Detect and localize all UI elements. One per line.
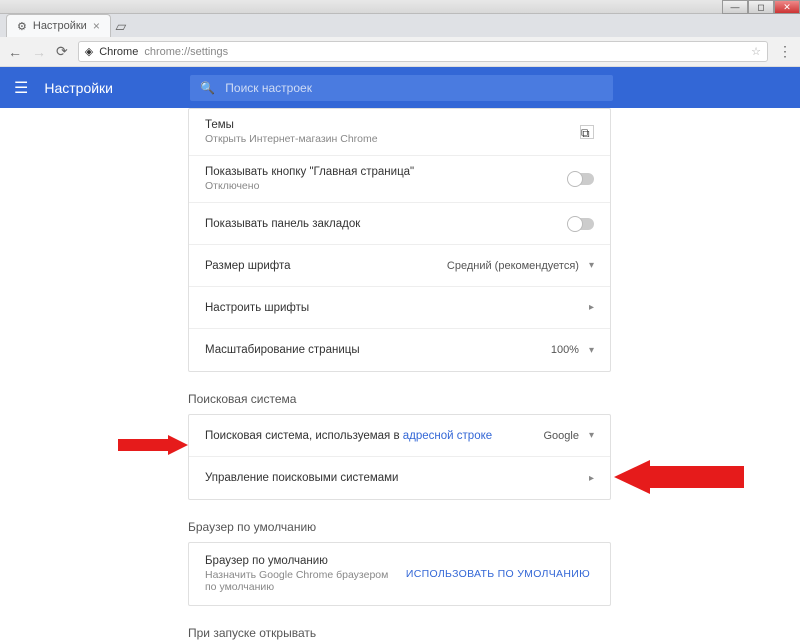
tab-title: Настройки: [33, 20, 87, 32]
search-engine-row[interactable]: Поисковая система, используемая в адресн…: [189, 415, 610, 457]
font-size-label: Размер шрифта: [205, 260, 447, 272]
customize-fonts-label: Настроить шрифты: [205, 302, 589, 314]
settings-header: ☰ Настройки 🔍: [0, 67, 800, 108]
browser-toolbar: ← → ⟳ ◈ Chrome chrome://settings ☆ ⋮: [0, 37, 800, 67]
search-engine-section-title: Поисковая система: [188, 392, 611, 406]
search-icon: 🔍: [200, 81, 215, 95]
appearance-card: Темы Открыть Интернет-магазин Chrome ⧉ П…: [188, 108, 611, 372]
page-content: ☰ Настройки 🔍 Темы Открыть Интернет-мага…: [0, 67, 800, 640]
gear-icon: ⚙: [17, 20, 27, 33]
annotation-arrow-left: [118, 435, 188, 455]
font-size-value: Средний (рекомендуется): [447, 260, 579, 272]
default-browser-section-title: Браузер по умолчанию: [188, 520, 611, 534]
themes-sub: Открыть Интернет-магазин Chrome: [205, 133, 580, 145]
home-button-toggle[interactable]: [568, 173, 594, 185]
default-browser-card: Браузер по умолчанию Назначить Google Ch…: [188, 542, 611, 606]
browser-tab-settings[interactable]: ⚙ Настройки ×: [6, 14, 111, 37]
settings-search[interactable]: 🔍: [190, 75, 613, 101]
chevron-right-icon: ▸: [589, 473, 594, 484]
search-engine-value: Google: [543, 430, 578, 442]
forward-button[interactable]: →: [32, 44, 46, 60]
home-button-row: Показывать кнопку "Главная страница" Отк…: [189, 156, 610, 203]
search-engine-prefix: Поисковая система, используемая в: [205, 430, 403, 442]
default-browser-label: Браузер по умолчанию: [205, 555, 402, 567]
back-button[interactable]: ←: [8, 44, 22, 60]
chevron-down-icon: ▾: [589, 430, 594, 441]
manage-search-engines-label: Управление поисковыми системами: [205, 472, 589, 484]
address-bar-link[interactable]: адресной строке: [403, 430, 492, 442]
url-path: chrome://settings: [144, 46, 228, 58]
home-button-label: Показывать кнопку "Главная страница": [205, 166, 568, 178]
chevron-right-icon: ▸: [589, 302, 594, 313]
new-tab-button[interactable]: ▱: [111, 18, 131, 37]
themes-label: Темы: [205, 119, 580, 131]
window-titlebar: — ◻ ✕: [0, 0, 800, 14]
window-close-button[interactable]: ✕: [774, 0, 800, 14]
page-zoom-row[interactable]: Масштабирование страницы 100% ▾: [189, 329, 610, 371]
chrome-icon: ◈: [85, 45, 93, 58]
startup-section-title: При запуске открывать: [188, 626, 611, 640]
bookmarks-bar-label: Показывать панель закладок: [205, 218, 568, 230]
search-input[interactable]: [225, 81, 603, 95]
tab-strip: ⚙ Настройки × ▱: [0, 14, 800, 37]
bookmarks-bar-row: Показывать панель закладок: [189, 203, 610, 245]
themes-row[interactable]: Темы Открыть Интернет-магазин Chrome ⧉: [189, 109, 610, 156]
annotation-arrow-right: [614, 460, 744, 494]
menu-icon[interactable]: ☰: [14, 78, 28, 98]
search-engine-card: Поисковая система, используемая в адресн…: [188, 414, 611, 500]
page-zoom-value: 100%: [551, 344, 579, 356]
address-bar[interactable]: ◈ Chrome chrome://settings ☆: [78, 41, 768, 62]
chevron-down-icon: ▾: [589, 345, 594, 356]
default-browser-sub: Назначить Google Chrome браузером по умо…: [205, 569, 402, 593]
browser-menu-button[interactable]: ⋮: [778, 43, 792, 60]
make-default-button[interactable]: ИСПОЛЬЗОВАТЬ ПО УМОЛЧАНИЮ: [402, 562, 594, 586]
reload-button[interactable]: ⟳: [56, 43, 68, 60]
bookmark-star-icon[interactable]: ☆: [751, 45, 761, 58]
chevron-down-icon: ▾: [589, 260, 594, 271]
page-title: Настройки: [44, 80, 174, 96]
url-scheme: Chrome: [99, 46, 138, 58]
manage-search-engines-row[interactable]: Управление поисковыми системами ▸: [189, 457, 610, 499]
customize-fonts-row[interactable]: Настроить шрифты ▸: [189, 287, 610, 329]
maximize-button[interactable]: ◻: [748, 0, 774, 14]
minimize-button[interactable]: —: [722, 0, 748, 14]
font-size-row[interactable]: Размер шрифта Средний (рекомендуется) ▾: [189, 245, 610, 287]
page-zoom-label: Масштабирование страницы: [205, 344, 551, 356]
bookmarks-bar-toggle[interactable]: [568, 218, 594, 230]
home-button-sub: Отключено: [205, 180, 568, 192]
external-link-icon: ⧉: [580, 125, 594, 139]
tab-close-icon[interactable]: ×: [93, 19, 100, 33]
